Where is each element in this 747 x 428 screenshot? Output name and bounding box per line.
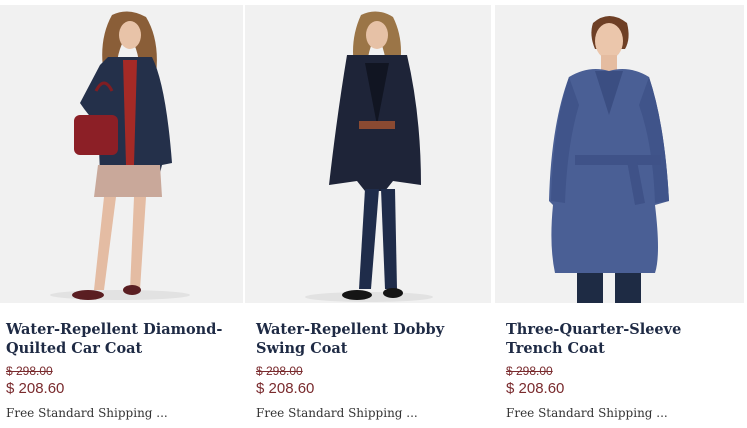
product-image[interactable] <box>245 5 491 303</box>
product-image[interactable] <box>0 5 243 303</box>
product-grid: Water-Repellent Diamond-Quilted Car Coat… <box>0 0 747 428</box>
original-price: $ 298.00 <box>506 364 553 378</box>
product-title[interactable]: Water-Repellent Dobby Swing Coat <box>256 320 485 358</box>
product-title[interactable]: Three-Quarter-Sleeve Trench Coat <box>506 320 738 358</box>
sale-price: $ 208.60 <box>6 380 65 397</box>
product-card[interactable]: Water-Repellent Diamond-Quilted Car Coat… <box>0 0 243 428</box>
original-price: $ 298.00 <box>6 364 53 378</box>
sale-price: $ 208.60 <box>506 380 565 397</box>
shipping-note[interactable]: Free Standard Shipping ... <box>256 406 418 420</box>
product-card[interactable]: Three-Quarter-Sleeve Trench Coat $ 298.0… <box>495 0 744 428</box>
sale-price: $ 208.60 <box>256 380 315 397</box>
product-title[interactable]: Water-Repellent Diamond-Quilted Car Coat <box>6 320 237 358</box>
shipping-note[interactable]: Free Standard Shipping ... <box>506 406 668 420</box>
product-image[interactable] <box>495 5 744 303</box>
product-card[interactable]: Water-Repellent Dobby Swing Coat $ 298.0… <box>245 0 491 428</box>
original-price: $ 298.00 <box>256 364 303 378</box>
shipping-note[interactable]: Free Standard Shipping ... <box>6 406 168 420</box>
